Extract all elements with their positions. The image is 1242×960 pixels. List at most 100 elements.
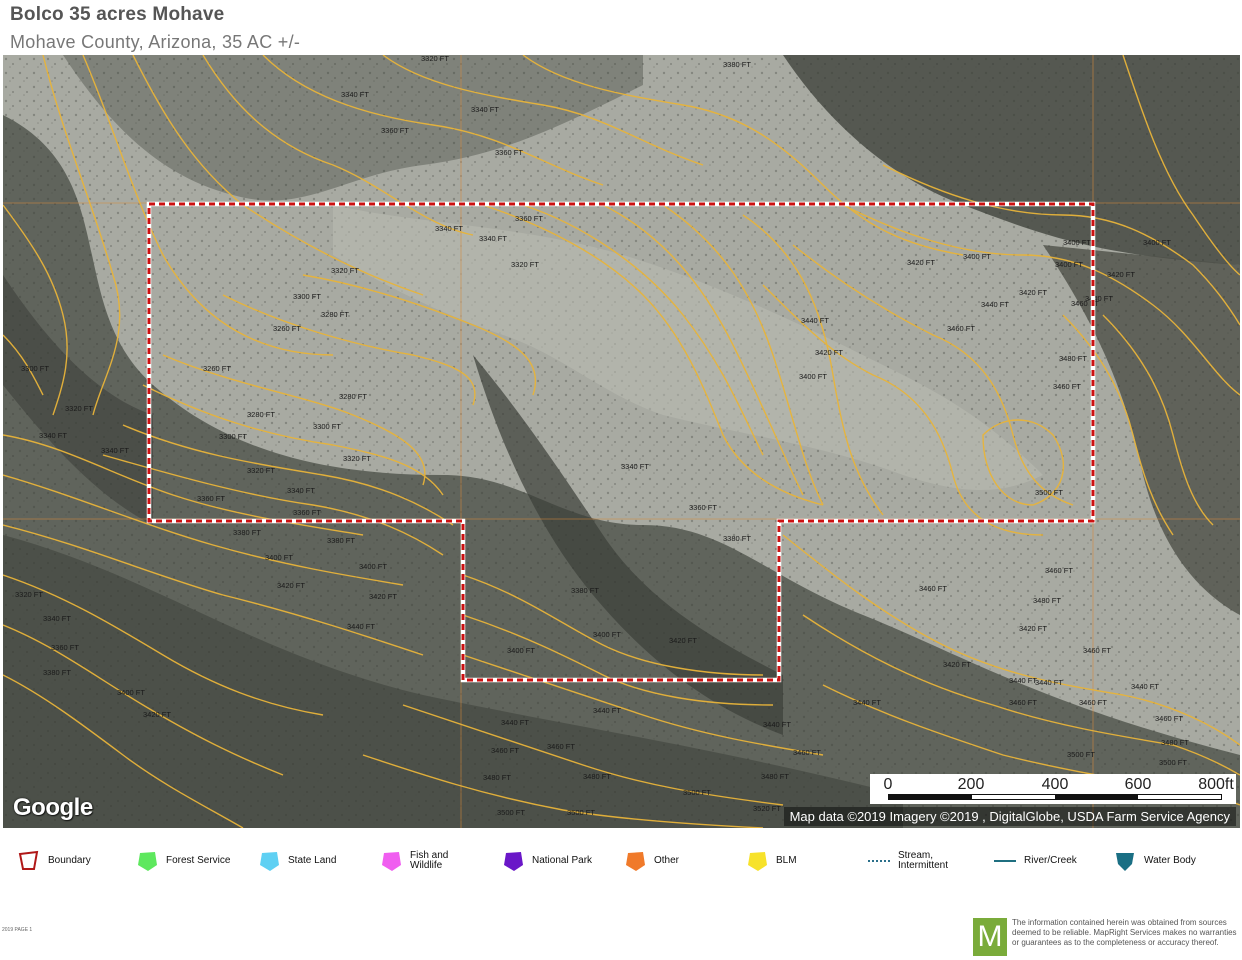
- svg-text:3380 FT: 3380 FT: [233, 528, 261, 537]
- svg-text:3500 FT: 3500 FT: [1035, 488, 1063, 497]
- scale-label-600: 600: [1124, 776, 1152, 793]
- svg-text:3340 FT: 3340 FT: [101, 446, 129, 455]
- map-legend: Boundary Forest Service State Land Fish …: [0, 838, 1242, 878]
- footer-small-text: 2019 PAGE 1: [2, 927, 33, 933]
- scale-labels: 0 200 400 600 800ft: [870, 776, 1236, 793]
- page-title: Bolco 35 acres Mohave: [10, 4, 225, 25]
- svg-text:3280 FT: 3280 FT: [339, 392, 367, 401]
- svg-text:3340 FT: 3340 FT: [471, 105, 499, 114]
- svg-text:3420 FT: 3420 FT: [669, 636, 697, 645]
- map-attribution[interactable]: Map data ©2019 Imagery ©2019 , DigitalGl…: [783, 807, 1236, 826]
- svg-text:3260 FT: 3260 FT: [273, 324, 301, 333]
- page-subtitle: Mohave County, Arizona, 35 AC +/-: [10, 32, 301, 52]
- legend-label: Forest Service: [166, 855, 231, 866]
- svg-text:3460 FT: 3460 FT: [1009, 698, 1037, 707]
- svg-text:3440 FT: 3440 FT: [763, 720, 791, 729]
- svg-text:3440 FT: 3440 FT: [593, 706, 621, 715]
- svg-text:3420 FT: 3420 FT: [1107, 270, 1135, 279]
- scale-bar-track: [888, 794, 1222, 800]
- legend-item-fish-wildlife: Fish and Wildlife: [380, 848, 480, 874]
- svg-text:3380 FT: 3380 FT: [723, 534, 751, 543]
- svg-text:3320 FT: 3320 FT: [247, 466, 275, 475]
- svg-text:3340 FT: 3340 FT: [435, 224, 463, 233]
- mapright-logo: M: [973, 918, 1007, 956]
- svg-text:3320 FT: 3320 FT: [331, 266, 359, 275]
- national-park-icon: [504, 852, 523, 871]
- svg-text:3400 FT: 3400 FT: [507, 646, 535, 655]
- svg-text:3420 FT: 3420 FT: [143, 710, 171, 719]
- svg-text:3340 FT: 3340 FT: [287, 486, 315, 495]
- svg-text:3460 FT: 3460 FT: [793, 748, 821, 757]
- svg-text:3440 FT: 3440 FT: [981, 300, 1009, 309]
- svg-text:3480 FT: 3480 FT: [483, 773, 511, 782]
- legend-item-blm: BLM: [746, 848, 846, 874]
- svg-text:3500 FT: 3500 FT: [1067, 750, 1095, 759]
- legend-label: River/Creek: [1024, 855, 1077, 866]
- svg-text:3300 FT: 3300 FT: [219, 432, 247, 441]
- svg-text:3420 FT: 3420 FT: [815, 348, 843, 357]
- svg-text:3500 FT: 3500 FT: [497, 808, 525, 817]
- svg-text:3400 FT: 3400 FT: [963, 252, 991, 261]
- svg-text:3460 FT: 3460 FT: [1053, 382, 1081, 391]
- svg-text:3300 FT: 3300 FT: [313, 422, 341, 431]
- boundary-icon: [18, 850, 39, 870]
- legend-item-other: Other: [624, 848, 724, 874]
- svg-text:3420 FT: 3420 FT: [943, 660, 971, 669]
- svg-text:3360 FT: 3360 FT: [689, 503, 717, 512]
- svg-text:3380 FT: 3380 FT: [723, 60, 751, 69]
- svg-text:3340 FT: 3340 FT: [43, 614, 71, 623]
- svg-text:3520 FT: 3520 FT: [753, 804, 781, 813]
- svg-text:3360 FT: 3360 FT: [381, 126, 409, 135]
- svg-text:3360 FT: 3360 FT: [197, 494, 225, 503]
- legend-label: Water Body: [1144, 855, 1196, 866]
- svg-text:3420 FT: 3420 FT: [277, 581, 305, 590]
- water-body-icon: [1116, 853, 1134, 871]
- forest-service-icon: [138, 852, 157, 871]
- svg-text:3480 FT: 3480 FT: [1033, 596, 1061, 605]
- svg-text:3420 FT: 3420 FT: [1019, 624, 1047, 633]
- svg-text:3460 FT: 3460 FT: [547, 742, 575, 751]
- legend-item-forest-service: Forest Service: [136, 848, 236, 874]
- svg-text:3420 FT: 3420 FT: [369, 592, 397, 601]
- svg-text:3360 FT: 3360 FT: [293, 508, 321, 517]
- scale-label-0: 0: [883, 776, 893, 793]
- legend-label: BLM: [776, 855, 797, 866]
- river-creek-icon: [994, 860, 1016, 862]
- svg-text:3460 FT: 3460 FT: [1155, 714, 1183, 723]
- svg-text:3340 FT: 3340 FT: [479, 234, 507, 243]
- scale-seg-1: [889, 795, 972, 799]
- svg-text:3400 FT: 3400 FT: [593, 630, 621, 639]
- svg-text:3380 FT: 3380 FT: [327, 536, 355, 545]
- svg-text:3480 FT: 3480 FT: [583, 772, 611, 781]
- svg-text:3460 FT: 3460 FT: [1079, 698, 1107, 707]
- svg-text:3360 FT: 3360 FT: [51, 643, 79, 652]
- svg-text:3320 FT: 3320 FT: [421, 55, 449, 63]
- scale-label-800: 800ft: [1198, 776, 1234, 793]
- legend-label: Other: [654, 855, 680, 866]
- svg-text:3400 FT: 3400 FT: [265, 553, 293, 562]
- disclaimer-text: The information contained herein was obt…: [1012, 918, 1237, 947]
- svg-text:3380 FT: 3380 FT: [43, 668, 71, 677]
- google-logo: Google: [13, 794, 93, 821]
- legend-item-boundary: Boundary: [18, 848, 118, 874]
- legend-label: Boundary: [48, 855, 91, 866]
- svg-text:3320 FT: 3320 FT: [343, 454, 371, 463]
- svg-text:3440 FT: 3440 FT: [501, 718, 529, 727]
- svg-text:3300 FT: 3300 FT: [293, 292, 321, 301]
- svg-text:3400 FT: 3400 FT: [1063, 238, 1091, 247]
- svg-text:3460 FT: 3460 FT: [1083, 646, 1111, 655]
- legend-item-stream-intermittent: Stream, Intermittent: [868, 848, 968, 874]
- legend-label: State Land: [288, 855, 337, 866]
- legend-label: Stream, Intermittent: [898, 850, 949, 871]
- scale-bar: 0 200 400 600 800ft: [870, 774, 1236, 804]
- map-header: Bolco 35 acres Mohave Mohave County, Ari…: [10, 4, 1230, 54]
- svg-text:3440 FT: 3440 FT: [1009, 676, 1037, 685]
- legend-item-national-park: National Park: [502, 848, 602, 874]
- map-view[interactable]: 3320 FT 3340 FT 3340 FT 3360 FT 3360 FT …: [3, 55, 1240, 828]
- svg-text:3340 FT: 3340 FT: [621, 462, 649, 471]
- svg-text:3320 FT: 3320 FT: [15, 590, 43, 599]
- svg-text:3460 FT: 3460 FT: [1045, 566, 1073, 575]
- svg-text:3300 FT: 3300 FT: [21, 364, 49, 373]
- svg-text:3260 FT: 3260 FT: [203, 364, 231, 373]
- svg-text:3440 FT: 3440 FT: [853, 698, 881, 707]
